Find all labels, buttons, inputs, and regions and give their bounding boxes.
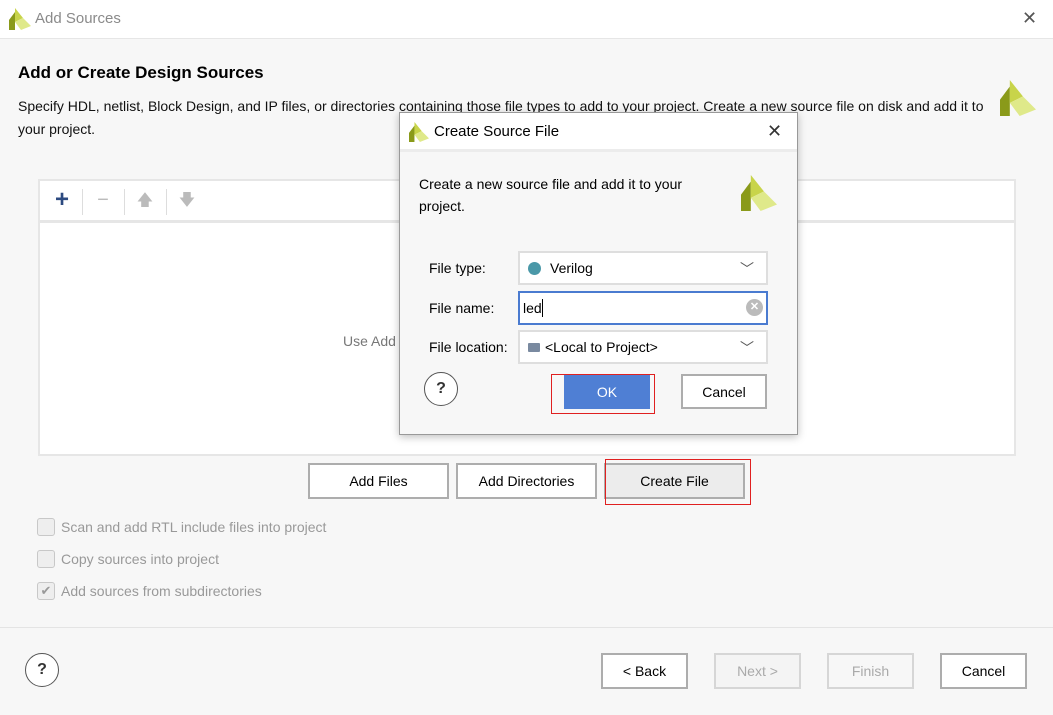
- window-title: Add Sources: [35, 10, 121, 27]
- file-location-select[interactable]: <Local to Project> ﹀: [518, 330, 768, 364]
- xilinx-logo: [741, 175, 777, 211]
- help-button[interactable]: ?: [25, 653, 59, 687]
- add-directories-button[interactable]: Add Directories: [456, 463, 597, 499]
- file-type-label: File type:: [429, 260, 486, 276]
- file-name-label: File name:: [429, 300, 495, 316]
- verilog-icon: [528, 261, 541, 275]
- finish-button[interactable]: Finish: [827, 653, 914, 689]
- next-button[interactable]: Next >: [714, 653, 801, 689]
- dialog-description: Create a new source file and add it to y…: [419, 176, 683, 214]
- file-location-value: <Local to Project>: [545, 339, 658, 355]
- xilinx-logo: [409, 122, 429, 142]
- create-source-file-dialog: Create Source File ✕ Create a new source…: [399, 112, 798, 435]
- close-icon[interactable]: ✕: [767, 121, 782, 142]
- file-type-value: Verilog: [550, 260, 593, 276]
- copy-sources-checkbox[interactable]: [37, 550, 55, 568]
- move-down-icon[interactable]: 🡇: [172, 189, 202, 215]
- file-name-value: led: [523, 300, 542, 316]
- footer-divider: [0, 627, 1053, 628]
- dialog-help-button[interactable]: ?: [424, 372, 458, 406]
- folder-icon: [528, 342, 540, 352]
- add-subdirectories-label: Add sources from subdirectories: [61, 583, 262, 599]
- move-up-icon[interactable]: 🡅: [130, 189, 160, 215]
- clear-icon[interactable]: ✕: [746, 299, 763, 316]
- add-icon[interactable]: +: [47, 186, 77, 213]
- ok-button[interactable]: OK: [564, 374, 650, 409]
- page-title: Add or Create Design Sources: [18, 63, 264, 82]
- xilinx-logo: [1000, 80, 1036, 116]
- back-button[interactable]: < Back: [601, 653, 688, 689]
- remove-icon[interactable]: −: [88, 189, 118, 215]
- dialog-title: Create Source File: [434, 123, 560, 140]
- close-icon[interactable]: ✕: [1022, 8, 1037, 29]
- add-subdirectories-checkbox[interactable]: ✔: [37, 582, 55, 600]
- chevron-down-icon: ﹀: [740, 340, 754, 356]
- dialog-cancel-button[interactable]: Cancel: [681, 374, 767, 409]
- cancel-button[interactable]: Cancel: [940, 653, 1027, 689]
- create-file-button[interactable]: Create File: [604, 463, 745, 499]
- copy-sources-label: Copy sources into project: [61, 551, 219, 567]
- file-location-label: File location:: [429, 339, 508, 355]
- add-files-button[interactable]: Add Files: [308, 463, 449, 499]
- file-type-select[interactable]: Verilog ﹀: [518, 251, 768, 285]
- xilinx-logo: [9, 8, 31, 30]
- window-titlebar: Add Sources ✕: [0, 0, 1053, 39]
- chevron-down-icon: ﹀: [740, 261, 754, 277]
- scan-rtl-label: Scan and add RTL include files into proj…: [61, 519, 327, 535]
- scan-rtl-checkbox[interactable]: [37, 518, 55, 536]
- file-name-input[interactable]: led ✕: [518, 291, 768, 325]
- dialog-titlebar: Create Source File ✕: [400, 113, 797, 152]
